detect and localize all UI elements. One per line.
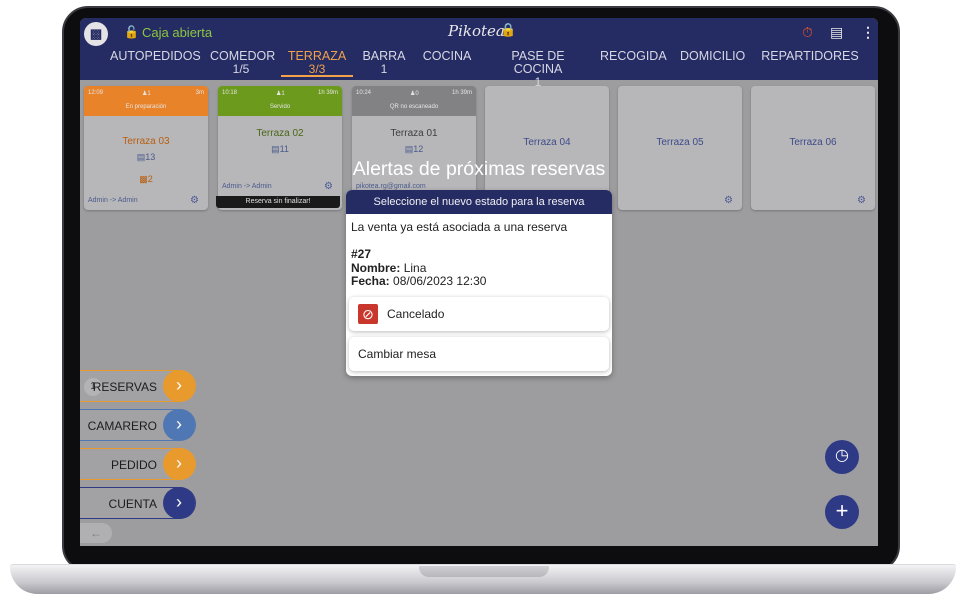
- printer-icon[interactable]: ▤: [830, 24, 843, 41]
- gear-icon[interactable]: ⚙: [724, 195, 733, 206]
- people-icon: ♟1: [276, 91, 285, 97]
- order-icon: ▤12: [404, 144, 424, 154]
- cuenta-button[interactable]: CUENTA ›: [80, 487, 196, 519]
- table-name: Terraza 03: [122, 136, 170, 147]
- back-arrow-icon[interactable]: ←: [80, 523, 112, 543]
- reservation-date: 08/06/2023 12:30: [393, 274, 487, 288]
- card-footer: pikotea.rg@gmail.com: [356, 183, 426, 190]
- order-icon: ▤11: [271, 144, 289, 154]
- reservas-button[interactable]: 1 RESERVAS ›: [80, 370, 196, 402]
- timer-off-icon[interactable]: ⏱: [802, 24, 813, 41]
- table-name: Terraza 01: [390, 128, 438, 139]
- table-card[interactable]: 12:09 ♟1 3m En preparación Terraza 03 ▤1…: [84, 86, 208, 210]
- change-table-option[interactable]: Cambiar mesa: [349, 337, 609, 371]
- table-name: Terraza 06: [789, 137, 837, 148]
- gear-icon[interactable]: ⚙: [324, 181, 333, 192]
- cancel-icon: ⊘: [358, 304, 378, 324]
- active-tab-indicator: [281, 75, 353, 77]
- app-screen: ▩ 🔓 Caja abierta Pikotea 🔒 ⏱ ▤ ⋮ AUTOPED…: [80, 18, 878, 546]
- card-footer: Admin -> Admin: [88, 197, 138, 204]
- caja-status[interactable]: Caja abierta: [142, 25, 212, 40]
- tab-domicilio[interactable]: DOMICILIO: [680, 50, 745, 63]
- table-name: Terraza 04: [523, 137, 571, 148]
- laptop-notch: [419, 566, 549, 577]
- tab-repartidores[interactable]: REPARTIDORES: [760, 50, 860, 63]
- card-header: 10:24 ♟0 1h 39m QR no escaneado: [352, 86, 476, 116]
- chevron-right-icon: ›: [163, 370, 195, 402]
- lock-icon: 🔓: [124, 25, 139, 39]
- top-bar: ▩ 🔓 Caja abierta Pikotea 🔒 ⏱ ▤ ⋮ AUTOPED…: [80, 18, 878, 89]
- dialog-message: La venta ya está asociada a una reserva: [351, 220, 568, 234]
- card-header: 12:09 ♟1 3m En preparación: [84, 86, 208, 116]
- brand-name: Pikotea: [448, 22, 505, 40]
- card-header: 10:18 ♟1 1h 39m Servido: [218, 86, 342, 116]
- table-name: Terraza 02: [256, 128, 304, 139]
- chevron-right-icon: ›: [163, 448, 195, 480]
- more-icon[interactable]: ⋮: [861, 24, 875, 41]
- tab-comedor[interactable]: COMEDOR 1/5: [210, 50, 275, 76]
- table-card[interactable]: 10:18 ♟1 1h 39m Servido Terraza 02 ▤11 A…: [218, 86, 342, 210]
- reservation-icon[interactable]: ◷: [825, 440, 859, 474]
- reservation-number: #27: [351, 247, 372, 261]
- table-card[interactable]: Terraza 06 ⚙: [751, 86, 875, 210]
- laptop-icon[interactable]: ▩: [84, 22, 108, 46]
- chevron-right-icon: ›: [163, 409, 195, 441]
- reservation-warning-banner: Reserva sin finalizar!: [216, 196, 340, 208]
- dialog-header: Seleccione el nuevo estado para la reser…: [346, 190, 612, 214]
- cancel-reservation-option[interactable]: ⊘ Cancelado: [349, 297, 609, 331]
- tab-barra[interactable]: BARRA 1: [362, 50, 406, 76]
- table-name: Terraza 05: [656, 137, 704, 148]
- gear-icon[interactable]: ⚙: [857, 195, 866, 206]
- plus-icon[interactable]: +: [825, 495, 859, 529]
- tab-cocina[interactable]: COCINA: [422, 50, 472, 63]
- gear-icon[interactable]: ⚙: [190, 195, 199, 206]
- tab-autopedidos[interactable]: AUTOPEDIDOS: [110, 50, 201, 63]
- tab-recogida[interactable]: RECOGIDA: [600, 50, 667, 63]
- card-footer: Admin -> Admin: [222, 183, 272, 190]
- pedido-button[interactable]: PEDIDO ›: [80, 448, 196, 480]
- table-card[interactable]: Terraza 05 ⚙: [618, 86, 742, 210]
- alerts-title: Alertas de próximas reservas: [352, 158, 606, 180]
- reservation-name: Lina: [403, 260, 427, 275]
- tab-terraza[interactable]: TERRAZA 3/3: [286, 50, 348, 76]
- people-icon: ♟1: [142, 91, 151, 97]
- people-icon: ♟0: [410, 91, 419, 97]
- chevron-right-icon: ›: [163, 487, 195, 519]
- lock-icon: 🔒: [500, 22, 517, 37]
- reservation-status-dialog: Seleccione el nuevo estado para la reser…: [346, 190, 612, 376]
- reservation-details: #27 Nombre: Lina Fecha: 08/06/2023 12:30: [351, 247, 487, 288]
- camarero-button[interactable]: CAMARERO ›: [80, 409, 196, 441]
- tab-pase-de-cocina[interactable]: PASE DE COCINA 1: [486, 50, 590, 89]
